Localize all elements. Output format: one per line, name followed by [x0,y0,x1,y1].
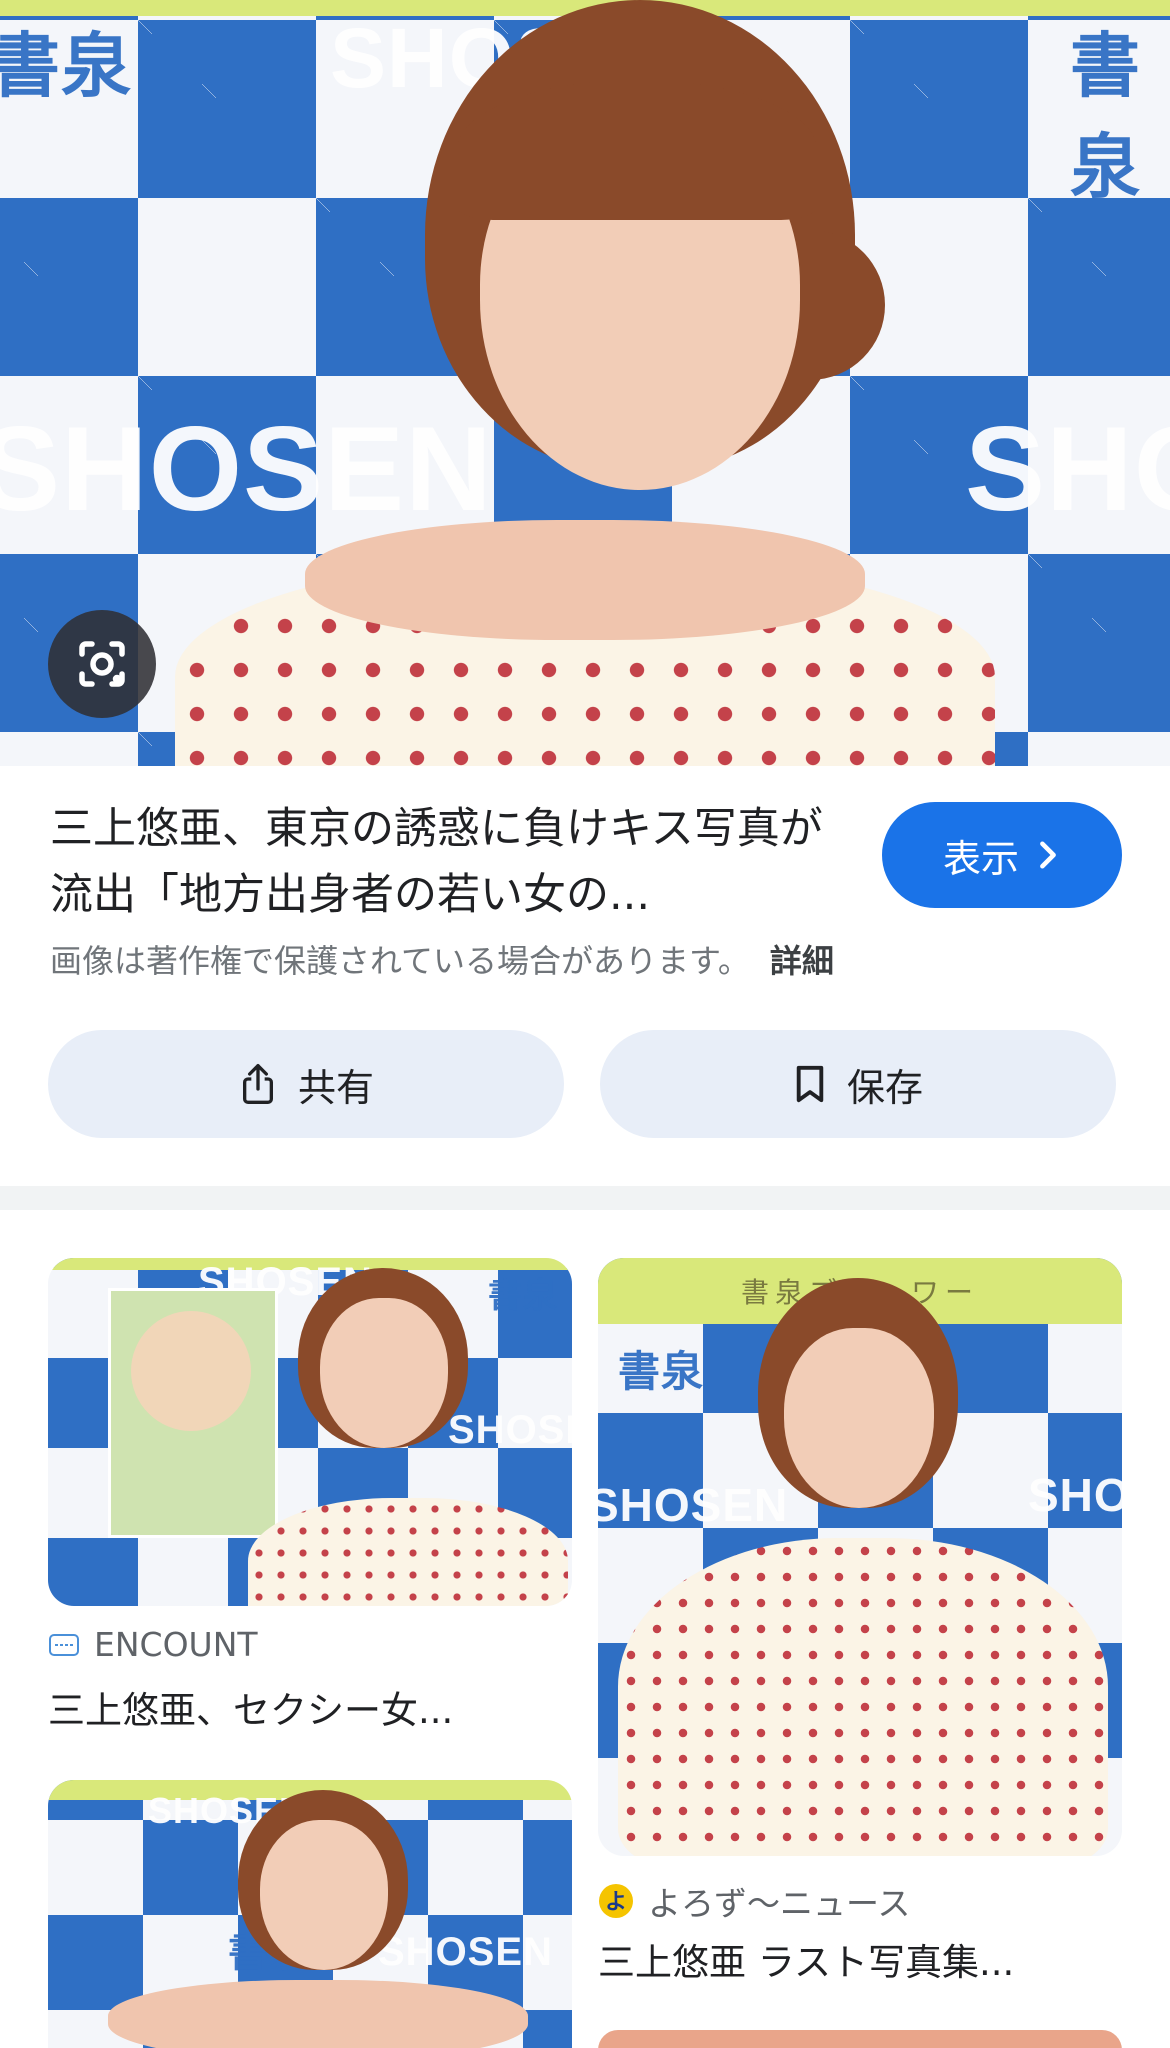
watermark-text: SHOSEN [448,1408,572,1452]
svg-text:よ: よ [605,1890,627,1915]
watermark-text: SHOSEN [965,402,1170,536]
visit-button[interactable]: 表示 [882,802,1122,908]
encount-favicon-icon [49,1633,79,1656]
google-lens-icon [79,641,125,687]
watermark-text: SHOSEN [1028,1469,1122,1521]
source-name: よろず〜ニュース [648,1884,911,1923]
watermark-text: 書泉 [1070,27,1141,206]
share-icon [242,1063,273,1104]
watermark-text: 書泉 [0,27,132,105]
details-link[interactable]: 詳細 [770,942,834,980]
bookmark-icon [796,1065,824,1103]
copyright-text: 画像は著作権で保護されている場合があります。 [50,942,750,980]
share-button[interactable]: 共有 [48,1030,564,1138]
visit-button-label: 表示 [942,836,1019,881]
result-source: よ よろず〜ニュース [598,1877,910,1925]
save-button[interactable]: 保存 [600,1030,1116,1138]
watermark-text: 書泉 [618,1348,705,1395]
person-figure [175,0,995,766]
yorozoo-news-favicon-icon: よ [599,1884,633,1918]
photobook-prop [108,1288,278,1538]
result-title[interactable]: 三上悠亜、東京の誘惑に負けキス写真が流出「地方出身者の若い女の... [50,796,840,928]
google-lens-button[interactable] [48,610,156,718]
hero-image[interactable]: SHOSEN SHOSEN SHOSEN 書泉 書泉 [0,0,1170,766]
related-title[interactable]: 三上悠亜、セクシー女... [48,1680,548,1734]
chevron-right-icon [1040,841,1056,869]
related-image[interactable]: SHOSEN 書泉 SHOSEN [48,1780,572,2048]
share-label: 共有 [297,1065,374,1110]
related-image[interactable]: 書泉ブ ワー 書泉 SHOSEN SHOSEN [598,1258,1122,1856]
source-name: ENCOUNT [94,1625,258,1664]
watermark-text: 書泉 [488,1277,558,1315]
related-image[interactable] [598,2030,1122,2048]
watermark-text: SHOSEN [598,1479,789,1531]
section-divider [0,1186,1170,1210]
related-title[interactable]: 三上悠亜 ラスト写真集... [598,1932,1118,1986]
copyright-notice: 画像は著作権で保護されている場合があります。 詳細 [50,936,834,982]
related-image[interactable]: SHOSEN 書泉 SHOSEN [48,1258,572,1606]
save-label: 保存 [846,1065,923,1110]
result-source: ENCOUNT [48,1625,258,1664]
watermark-text: SHOSEN [378,1930,553,1974]
